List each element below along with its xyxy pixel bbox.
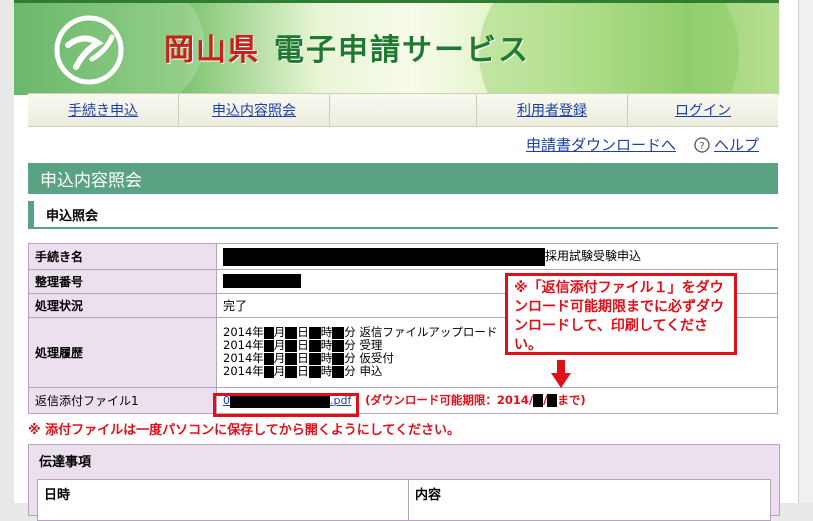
section-subtitle: 申込照会 xyxy=(28,201,778,229)
redacted-block xyxy=(223,274,301,289)
col-content-header: 内容 xyxy=(415,488,442,503)
nav-item-register[interactable]: 利用者登録 xyxy=(477,94,628,126)
download-link-wrap: 申請書ダウンロードへ xyxy=(526,134,676,155)
page-title: 申込内容照会 xyxy=(28,163,778,194)
main-nav: 手続き申込 申込内容照会 利用者登録 ログイン xyxy=(28,93,778,127)
attachment-notice: ※ 添付ファイルは一度パソコンに保存してから開くようにしてください。 xyxy=(28,423,460,438)
help-icon[interactable]: ? xyxy=(694,136,710,153)
status-label: 処理状況 xyxy=(28,292,217,318)
annotation-callout: ※「返信添付ファイル１」をダウンロード可能期限までに必ずダウンロードして、印刷し… xyxy=(505,273,737,355)
window-scrollbar[interactable] xyxy=(798,0,813,503)
messages-title: 伝達事項 xyxy=(39,455,92,470)
file-label: 返信添付ファイル1 xyxy=(28,386,217,414)
col-date-header: 日時 xyxy=(38,480,409,520)
procedure-label: 手続き名 xyxy=(28,243,217,270)
redacted-block xyxy=(223,247,545,266)
help-link-wrap: ? ヘルプ xyxy=(694,134,759,155)
help-link[interactable]: ヘルプ xyxy=(714,134,759,155)
nav-link-register[interactable]: 利用者登録 xyxy=(517,100,587,120)
history-entry: 2014年月日時分 申込 xyxy=(223,364,383,378)
nav-item-inquiry[interactable]: 申込内容照会 xyxy=(179,94,330,126)
download-forms-link[interactable]: 申請書ダウンロードへ xyxy=(526,136,676,154)
okayama-logo-icon xyxy=(54,15,124,85)
nav-item-login[interactable]: ログイン xyxy=(628,94,778,126)
procedure-value: 採用試験受験申込 xyxy=(216,243,778,270)
table-row: 返信添付ファイル1 0 .pdf (ダウンロード可能期限：2014// まで) xyxy=(28,386,778,414)
download-deadline: (ダウンロード可能期限：2014// まで) xyxy=(365,393,586,407)
site-header: 岡山県 電子申請サービス xyxy=(14,0,779,95)
messages-table-header: 日時 内容 xyxy=(37,479,771,521)
messages-panel: 伝達事項 日時 内容 xyxy=(28,444,780,521)
file-highlight-box xyxy=(213,393,359,417)
arrow-down-icon xyxy=(551,360,571,388)
nav-link-login[interactable]: ログイン xyxy=(675,100,731,120)
svg-text:?: ? xyxy=(699,141,704,152)
service-name: 電子申請サービス xyxy=(274,33,530,68)
prefecture-name: 岡山県 xyxy=(164,33,260,68)
nav-item-apply[interactable]: 手続き申込 xyxy=(28,94,179,126)
number-label: 整理番号 xyxy=(28,268,217,294)
nav-spacer xyxy=(330,94,477,126)
nav-link-apply[interactable]: 手続き申込 xyxy=(68,100,138,120)
procedure-suffix: 採用試験受験申込 xyxy=(545,249,642,263)
table-row: 手続き名 採用試験受験申込 xyxy=(28,243,778,270)
site-title: 岡山県 電子申請サービス xyxy=(164,25,530,69)
history-label: 処理履歴 xyxy=(28,316,217,388)
nav-link-inquiry[interactable]: 申込内容照会 xyxy=(212,100,296,120)
